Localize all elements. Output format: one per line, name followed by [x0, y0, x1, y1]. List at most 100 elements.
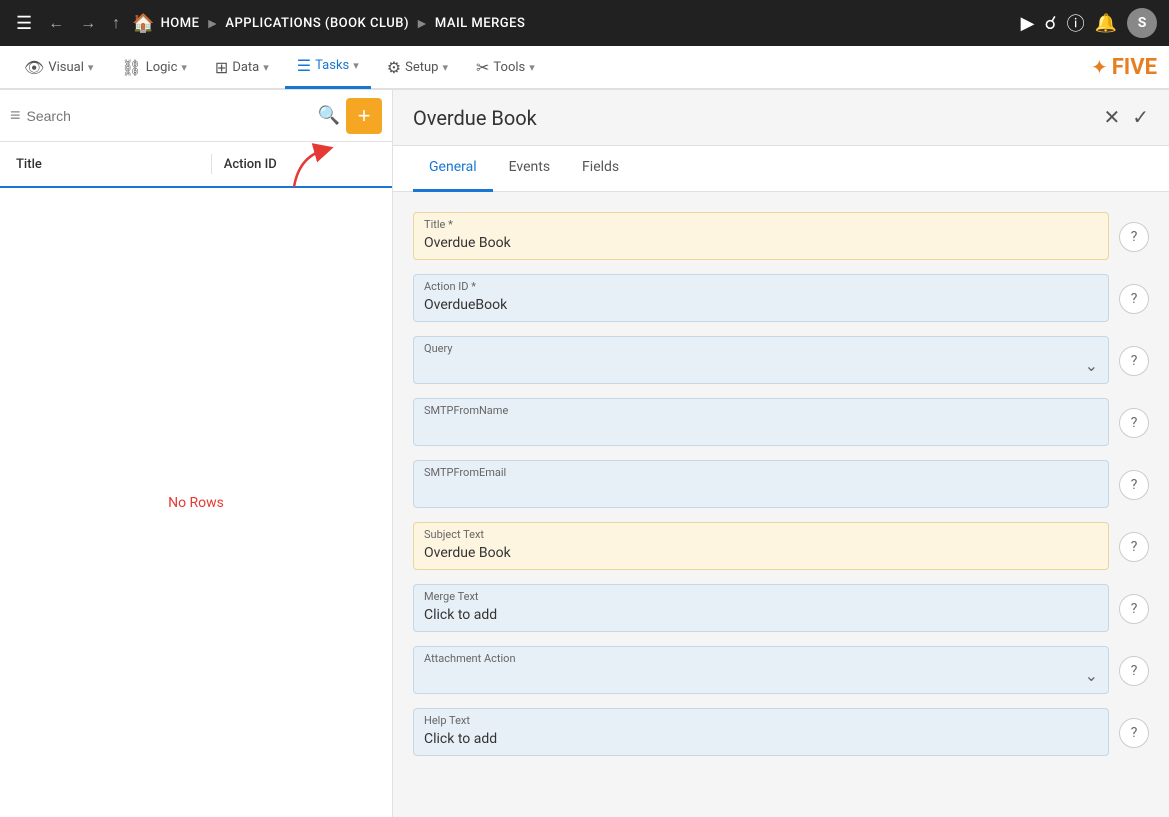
menu-label-logic: Logic — [146, 60, 178, 75]
smtp-from-email-field[interactable]: SMTPFromEmail — [413, 460, 1109, 508]
five-logo: ✦ FIVE — [1091, 55, 1157, 80]
breadcrumb-app[interactable]: APPLICATIONS (BOOK CLUB) — [225, 16, 409, 31]
subject-text-field[interactable]: Subject Text Overdue Book — [413, 522, 1109, 570]
query-label: Query — [414, 337, 1108, 357]
menu-item-setup[interactable]: ⚙ Setup ▾ — [375, 45, 460, 89]
form-row-title: Title * Overdue Book ? — [413, 212, 1169, 260]
attachment-action-value — [414, 667, 1108, 693]
panel-actions: ✕ ✓ — [1103, 105, 1149, 130]
top-nav-icons: ▶ ☌ ⓘ 🔔 S — [1021, 8, 1157, 38]
form-row-merge-text: Merge Text Click to add ? — [413, 584, 1169, 632]
attachment-action-help-button[interactable]: ? — [1119, 656, 1149, 686]
up-button[interactable]: ↑ — [108, 9, 124, 37]
form-row-query: Query ⌄ ? — [413, 336, 1169, 384]
tab-events[interactable]: Events — [493, 146, 566, 192]
tab-fields[interactable]: Fields — [566, 146, 635, 192]
search-area: ≡ 🔍 + — [0, 90, 392, 142]
right-panel: Overdue Book ✕ ✓ General Events Fields T… — [393, 90, 1169, 817]
smtp-from-name-value — [414, 419, 1108, 445]
col-header-action-id: Action ID — [224, 157, 376, 172]
visual-icon: 👁 — [24, 58, 44, 77]
form-row-smtp-from-email: SMTPFromEmail ? — [413, 460, 1169, 508]
title-label: Title * — [414, 213, 1108, 233]
query-help-button[interactable]: ? — [1119, 346, 1149, 376]
search-bar: ≡ 🔍 + — [0, 90, 392, 142]
smtp-from-name-label: SMTPFromName — [414, 399, 1108, 419]
menu-item-visual[interactable]: 👁 Visual ▾ — [12, 45, 105, 89]
col-divider — [211, 154, 212, 174]
help-text-label: Help Text — [414, 709, 1108, 729]
breadcrumb-arrow-2: ► — [415, 15, 429, 32]
hamburger-menu[interactable]: ☰ — [12, 9, 36, 38]
menu-bar: 👁 Visual ▾ ⛓ Logic ▾ ⊞ Data ▾ ☰ Tasks ▾ … — [0, 46, 1169, 90]
form-row-smtp-from-name: SMTPFromName ? — [413, 398, 1169, 446]
chevron-tasks: ▾ — [353, 59, 359, 72]
back-button[interactable]: ← — [44, 9, 68, 37]
menu-item-tasks[interactable]: ☰ Tasks ▾ — [285, 45, 371, 89]
form-row-action-id: Action ID * OverdueBook ? — [413, 274, 1169, 322]
tasks-icon: ☰ — [297, 56, 311, 75]
data-icon: ⊞ — [215, 58, 228, 77]
search-globe-icon[interactable]: ☌ — [1044, 13, 1056, 34]
user-avatar[interactable]: S — [1127, 8, 1157, 38]
breadcrumb: 🏠 HOME ► APPLICATIONS (BOOK CLUB) ► MAIL… — [132, 13, 1013, 34]
tools-icon: ✂ — [476, 58, 489, 77]
filter-icon[interactable]: ≡ — [10, 105, 21, 126]
menu-item-logic[interactable]: ⛓ Logic ▾ — [109, 45, 199, 89]
chevron-logic: ▾ — [181, 61, 187, 74]
merge-text-help-button[interactable]: ? — [1119, 594, 1149, 624]
subject-text-help-button[interactable]: ? — [1119, 532, 1149, 562]
menu-item-tools[interactable]: ✂ Tools ▾ — [464, 45, 547, 89]
smtp-from-name-field[interactable]: SMTPFromName — [413, 398, 1109, 446]
title-field[interactable]: Title * Overdue Book — [413, 212, 1109, 260]
tab-general[interactable]: General — [413, 146, 493, 192]
attachment-action-field[interactable]: Attachment Action ⌄ — [413, 646, 1109, 694]
action-id-value: OverdueBook — [414, 295, 1108, 321]
query-dropdown-icon[interactable]: ⌄ — [1085, 356, 1098, 375]
panel-title: Overdue Book — [413, 106, 1103, 130]
confirm-button[interactable]: ✓ — [1132, 105, 1149, 130]
col-header-title: Title — [16, 157, 199, 172]
smtp-from-name-help-button[interactable]: ? — [1119, 408, 1149, 438]
no-rows-message: No Rows — [0, 188, 392, 817]
smtp-from-email-value — [414, 481, 1108, 507]
five-logo-text: FIVE — [1112, 55, 1157, 80]
merge-text-label: Merge Text — [414, 585, 1108, 605]
menu-label-tools: Tools — [493, 60, 525, 75]
top-nav: ☰ ← → ↑ 🏠 HOME ► APPLICATIONS (BOOK CLUB… — [0, 0, 1169, 46]
form-content: Title * Overdue Book ? Action ID * Overd… — [393, 192, 1169, 817]
play-icon[interactable]: ▶ — [1021, 13, 1035, 34]
action-id-field[interactable]: Action ID * OverdueBook — [413, 274, 1109, 322]
help-text-help-button[interactable]: ? — [1119, 718, 1149, 748]
smtp-from-email-help-button[interactable]: ? — [1119, 470, 1149, 500]
five-star-icon: ✦ — [1091, 55, 1108, 79]
breadcrumb-arrow-1: ► — [205, 15, 219, 32]
help-text-field[interactable]: Help Text Click to add — [413, 708, 1109, 756]
bell-icon[interactable]: 🔔 — [1095, 13, 1117, 34]
action-id-label: Action ID * — [414, 275, 1108, 295]
merge-text-field[interactable]: Merge Text Click to add — [413, 584, 1109, 632]
chevron-setup: ▾ — [442, 61, 448, 74]
breadcrumb-current[interactable]: MAIL MERGES — [435, 16, 526, 31]
close-button[interactable]: ✕ — [1103, 105, 1120, 130]
home-icon: 🏠 — [132, 13, 154, 34]
column-headers: Title Action ID — [0, 142, 392, 188]
help-icon[interactable]: ⓘ — [1067, 10, 1085, 36]
title-help-button[interactable]: ? — [1119, 222, 1149, 252]
forward-button[interactable]: → — [76, 9, 100, 37]
breadcrumb-home[interactable]: HOME — [161, 16, 200, 31]
main-layout: ≡ 🔍 + Title Action ID — [0, 90, 1169, 817]
action-id-help-button[interactable]: ? — [1119, 284, 1149, 314]
search-input[interactable] — [27, 108, 312, 124]
form-row-attachment-action: Attachment Action ⌄ ? — [413, 646, 1169, 694]
add-button[interactable]: + — [346, 98, 382, 134]
subject-text-label: Subject Text — [414, 523, 1108, 543]
title-value: Overdue Book — [414, 233, 1108, 259]
merge-text-value: Click to add — [414, 605, 1108, 631]
menu-label-data: Data — [232, 60, 259, 75]
attachment-action-dropdown-icon[interactable]: ⌄ — [1085, 666, 1098, 685]
search-button[interactable]: 🔍 — [318, 105, 340, 126]
query-field[interactable]: Query ⌄ — [413, 336, 1109, 384]
tabs-bar: General Events Fields — [393, 146, 1169, 192]
menu-item-data[interactable]: ⊞ Data ▾ — [203, 45, 281, 89]
